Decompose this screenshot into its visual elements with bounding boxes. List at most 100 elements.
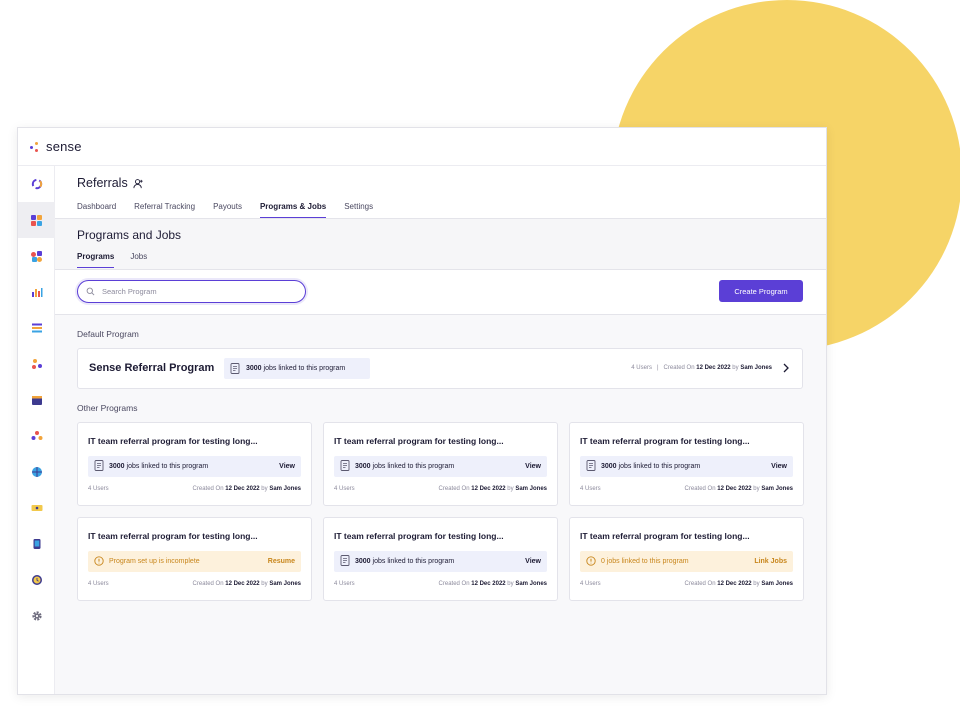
create-program-button[interactable]: Create Program <box>719 280 803 302</box>
other-programs-label: Other Programs <box>77 403 138 413</box>
tab-programs-jobs[interactable]: Programs & Jobs <box>259 202 327 218</box>
default-users: 4 Users <box>631 365 652 371</box>
program-card-pill: 3000 jobs linked to this program View <box>334 456 547 477</box>
sidebar <box>18 166 55 694</box>
view-button[interactable]: View <box>771 463 787 470</box>
resume-button[interactable]: Resume <box>268 558 295 565</box>
tab-settings[interactable]: Settings <box>344 202 373 218</box>
clock-icon <box>31 575 42 585</box>
page-title-text: Referrals <box>77 176 128 190</box>
document-icon <box>340 555 350 568</box>
program-card-created: Created On 12 Dec 2022 by Sam Jones <box>684 581 793 587</box>
sidebar-item-list[interactable] <box>18 310 55 346</box>
section-header: Programs and Jobs Programs Jobs <box>55 219 826 270</box>
document-icon <box>340 460 350 473</box>
program-card-pill: 3000 jobs linked to this program View <box>88 456 301 477</box>
sub-tabs: Programs Jobs <box>77 252 826 268</box>
sidebar-item-engage[interactable] <box>18 238 55 274</box>
tab-payouts[interactable]: Payouts <box>213 202 242 218</box>
created-by-prefix: by <box>732 365 739 371</box>
ticket-icon <box>31 505 42 511</box>
warning-info-icon <box>586 555 596 568</box>
loading-ring-icon <box>31 178 42 190</box>
program-card-users: 4 Users <box>88 581 109 587</box>
program-card-created: Created On 12 Dec 2022 by Sam Jones <box>684 486 793 492</box>
default-program-card[interactable]: Sense Referral Program 3000 jobs linked … <box>77 348 803 389</box>
program-card-created: Created On 12 Dec 2022 by Sam Jones <box>438 581 547 587</box>
program-card-pill: 3000 jobs linked to this program View <box>334 551 547 572</box>
sidebar-item-settings[interactable] <box>18 598 55 634</box>
tab-dashboard[interactable]: Dashboard <box>77 202 116 218</box>
program-card-title: IT team referral program for testing lon… <box>334 436 504 446</box>
program-card-created: Created On 12 Dec 2022 by Sam Jones <box>438 486 547 492</box>
program-card-title: IT team referral program for testing lon… <box>334 531 504 541</box>
sidebar-item-globe[interactable] <box>18 454 55 490</box>
warning-info-icon <box>94 555 104 568</box>
app-window: sense Referrals Dashboard Referral Track… <box>17 127 827 695</box>
program-card-created: Created On 12 Dec 2022 by Sam Jones <box>192 486 301 492</box>
default-program-label: Default Program <box>77 329 139 339</box>
program-card-users: 4 Users <box>580 486 601 492</box>
calendar-icon <box>31 396 42 405</box>
subtab-jobs[interactable]: Jobs <box>130 252 147 268</box>
program-card-1[interactable]: IT team referral program for testing lon… <box>77 422 312 506</box>
program-card-pill: 3000 jobs linked to this program View <box>580 456 793 477</box>
default-program-jobs-pill: 3000 jobs linked to this program <box>224 358 370 379</box>
program-card-5[interactable]: IT team referral program for testing lon… <box>323 517 558 601</box>
gear-icon <box>31 611 42 621</box>
program-card-3[interactable]: IT team referral program for testing lon… <box>569 422 804 506</box>
program-card-4[interactable]: IT team referral program for testing lon… <box>77 517 312 601</box>
program-card-users: 4 Users <box>88 486 109 492</box>
app-logo-text: sense <box>46 139 82 154</box>
created-prefix: Created On <box>663 365 695 371</box>
sense-logo-icon <box>30 140 42 154</box>
chevron-right-icon[interactable] <box>782 361 790 375</box>
default-program-title: Sense Referral Program <box>89 362 215 374</box>
list-icon <box>31 323 42 333</box>
sidebar-item-clock[interactable] <box>18 562 55 598</box>
phone-icon <box>33 539 40 549</box>
created-date: 12 Dec 2022 <box>696 365 731 371</box>
main-tabs: Dashboard Referral Tracking Payouts Prog… <box>77 202 826 218</box>
program-card-pill: Program set up is incomplete Resume <box>88 551 301 572</box>
program-card-pill-text: 0 jobs linked to this program <box>601 558 689 565</box>
sidebar-item-referrals[interactable] <box>18 202 55 238</box>
program-card-users: 4 Users <box>334 486 355 492</box>
referrals-icon <box>31 214 42 226</box>
sidebar-item-phone[interactable] <box>18 526 55 562</box>
analytics-icon <box>31 288 42 297</box>
default-jobs-count: 3000 <box>246 365 262 372</box>
program-card-6[interactable]: IT team referral program for testing lon… <box>569 517 804 601</box>
subtab-programs[interactable]: Programs <box>77 252 115 268</box>
people-icon <box>31 359 42 369</box>
sidebar-item-calendar[interactable] <box>18 382 55 418</box>
sidebar-item-loading[interactable] <box>18 166 55 202</box>
search-input[interactable] <box>102 287 282 296</box>
section-title: Programs and Jobs <box>77 228 182 242</box>
program-card-title: IT team referral program for testing lon… <box>580 436 750 446</box>
engage-icon <box>31 250 42 262</box>
program-card-pill: 0 jobs linked to this program Link Jobs <box>580 551 793 572</box>
view-button[interactable]: View <box>279 463 295 470</box>
default-jobs-text: jobs linked to this program <box>263 365 346 372</box>
add-user-icon[interactable] <box>133 178 144 189</box>
sidebar-item-people[interactable] <box>18 346 55 382</box>
view-button[interactable]: View <box>525 463 541 470</box>
program-card-users: 4 Users <box>334 581 355 587</box>
search-toolbar: Create Program <box>55 270 826 315</box>
view-button[interactable]: View <box>525 558 541 565</box>
program-card-pill-text: 3000 jobs linked to this program <box>601 463 701 470</box>
program-card-2[interactable]: IT team referral program for testing lon… <box>323 422 558 506</box>
search-icon <box>86 287 95 296</box>
tab-referral-tracking[interactable]: Referral Tracking <box>134 202 195 218</box>
document-icon <box>230 363 240 374</box>
search-box[interactable] <box>77 280 306 303</box>
main-content: Referrals Dashboard Referral Tracking Pa… <box>55 166 826 694</box>
top-bar: sense <box>18 128 826 166</box>
link-jobs-button[interactable]: Link Jobs <box>754 558 787 565</box>
sidebar-item-analytics[interactable] <box>18 274 55 310</box>
sidebar-item-ticket[interactable] <box>18 490 55 526</box>
program-card-title: IT team referral program for testing lon… <box>580 531 750 541</box>
program-card-pill-text: 3000 jobs linked to this program <box>109 463 209 470</box>
sidebar-item-team[interactable] <box>18 418 55 454</box>
